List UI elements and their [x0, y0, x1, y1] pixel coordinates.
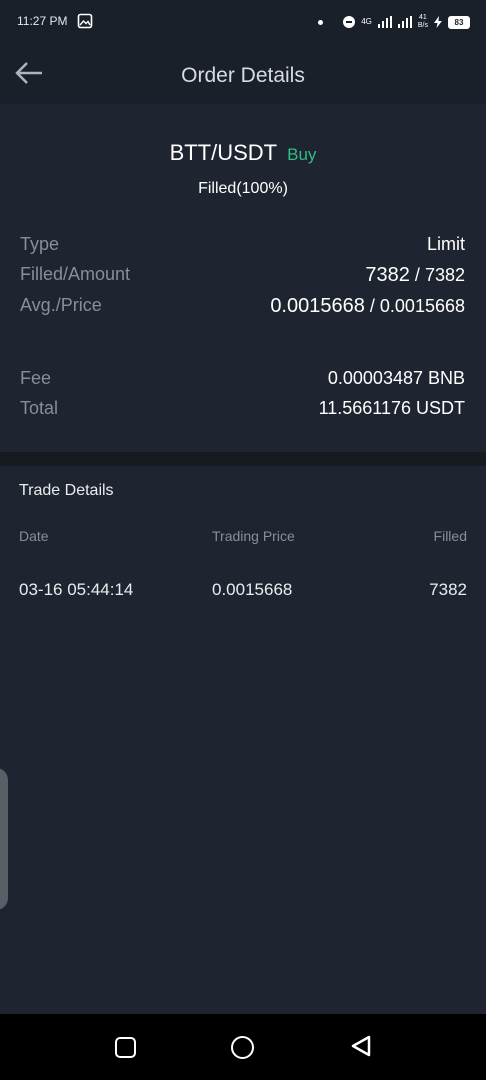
recent-apps-button[interactable] — [115, 1037, 136, 1058]
speed-value: 41 — [419, 14, 427, 21]
column-header-date: Date — [19, 528, 49, 544]
type-label: Type — [20, 234, 60, 254]
filled-value: 7382 — [365, 264, 410, 286]
app-header: Order Details — [0, 44, 486, 104]
separator: / — [369, 296, 375, 316]
status-bar: 11:27 PM 4G 41 B/s 83 — [0, 0, 486, 44]
trade-date: 03-16 05:44:14 — [19, 580, 134, 599]
filled-amount-label: Filled/Amount — [20, 264, 131, 284]
separator: / — [414, 265, 420, 285]
pair-row: BTT/USDT Buy — [0, 140, 486, 166]
edge-panel-handle[interactable] — [0, 768, 8, 910]
order-summary: BTT/USDT Buy Filled(100%) Type Limit Fill… — [0, 104, 486, 452]
network-type-label: 4G — [361, 17, 372, 26]
section-divider — [0, 452, 486, 466]
amount-value: 7382 — [424, 265, 465, 285]
total-row: Total 11.5661176 USDT — [20, 398, 465, 422]
fee-row: Fee 0.00003487 BNB — [20, 368, 465, 392]
avg-price-label: Avg./Price — [20, 295, 102, 315]
fee-value: 0.00003487 BNB — [327, 368, 465, 388]
page-title: Order Details — [181, 64, 305, 87]
speed-unit: B/s — [417, 22, 428, 29]
status-icons: 4G 41 B/s 83 — [318, 12, 470, 32]
order-price: 0.0015668 — [379, 296, 465, 316]
trade-price: 0.0015668 — [212, 580, 293, 599]
charging-bolt-icon — [434, 16, 442, 28]
total-label: Total — [20, 398, 59, 418]
fee-label: Fee — [20, 368, 52, 388]
column-header-trading-price: Trading Price — [212, 528, 295, 544]
filled-amount-value: 7382 / 7382 — [365, 264, 465, 287]
type-value: Limit — [426, 234, 465, 254]
trade-details-section: Trade Details Date Trading Price Filled … — [0, 466, 486, 1014]
do-not-disturb-icon — [343, 16, 356, 28]
avg-price-value: 0.0015668 / 0.0015668 — [270, 295, 465, 318]
back-triangle-icon[interactable] — [350, 1034, 372, 1058]
signal-strength-2-icon — [397, 16, 412, 28]
home-button[interactable] — [231, 1036, 254, 1059]
filled-amount-row: Filled/Amount 7382 / 7382 — [20, 264, 465, 288]
network-speed: 41 B/s — [418, 14, 428, 30]
system-nav-bar — [0, 1014, 486, 1080]
type-row: Type Limit — [20, 234, 465, 258]
trade-details-title: Trade Details — [19, 482, 114, 499]
signal-strength-icon — [377, 16, 392, 28]
image-notification-icon — [77, 13, 93, 29]
column-header-filled: Filled — [433, 528, 467, 544]
notification-dot-icon — [318, 19, 324, 25]
status-time: 11:27 PM — [17, 14, 68, 28]
avg-price: 0.0015668 — [270, 295, 365, 317]
trade-filled: 7382 — [429, 580, 467, 599]
avg-price-row: Avg./Price 0.0015668 / 0.0015668 — [20, 295, 465, 319]
order-side-badge: Buy — [287, 145, 317, 164]
total-value: 11.5661176 USDT — [318, 398, 465, 418]
battery-icon: 83 — [448, 15, 470, 29]
order-status: Filled(100%) — [198, 180, 288, 197]
trading-pair: BTT/USDT — [169, 140, 278, 165]
